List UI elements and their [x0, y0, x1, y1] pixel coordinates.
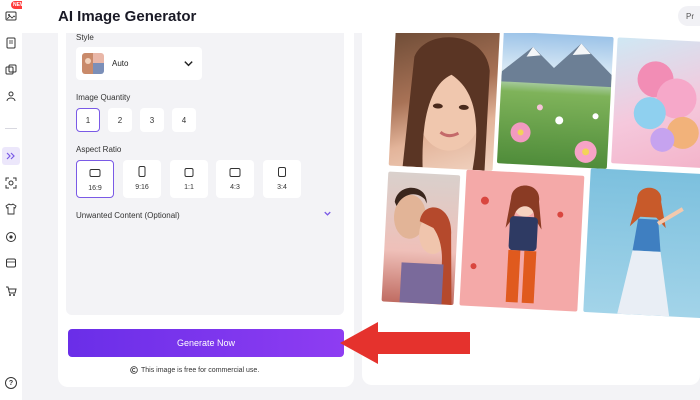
eye-icon[interactable]: [4, 230, 18, 244]
image-icon[interactable]: [4, 9, 18, 23]
chevron-down-icon: [184, 61, 193, 67]
sparkle-icon[interactable]: [2, 147, 20, 165]
aspect-option-16-9[interactable]: 16:9: [76, 160, 114, 198]
square-icon: [184, 168, 194, 177]
person-cut-icon[interactable]: [4, 89, 18, 103]
sample-image-abstract[interactable]: [611, 37, 700, 169]
sample-image-anime[interactable]: [459, 169, 585, 312]
commercial-use-note: This image is free for commercial use.: [130, 366, 259, 374]
quantity-option-2[interactable]: 2: [108, 108, 132, 132]
sample-image-couple[interactable]: [381, 171, 461, 306]
aspect-option-label: 9:16: [135, 184, 149, 191]
quantity-option-4[interactable]: 4: [172, 108, 196, 132]
aspect-option-label: 1:1: [184, 184, 194, 191]
quantity-option-1[interactable]: 1: [76, 108, 100, 132]
generate-now-button[interactable]: Generate Now: [68, 329, 344, 357]
annotation-arrow: [340, 322, 470, 364]
pro-button[interactable]: Pr: [678, 6, 700, 26]
cart-icon[interactable]: [4, 284, 18, 298]
app-header: AI Image Generator Pr: [22, 0, 700, 33]
help-icon[interactable]: ?: [5, 377, 17, 389]
quantity-label: Image Quantity: [76, 93, 131, 102]
style-value: Auto: [112, 59, 129, 68]
sample-image-portrait[interactable]: [388, 33, 500, 171]
aspect-option-4-3[interactable]: 4:3: [216, 160, 254, 198]
portrait-icon: [278, 167, 286, 177]
style-thumbnail: [82, 53, 104, 74]
portrait-icon: [138, 166, 146, 177]
landscape-icon: [229, 168, 241, 177]
sample-image-landscape[interactable]: [496, 33, 614, 169]
aspect-option-label: 3:4: [277, 184, 287, 191]
commercial-use-text: This image is free for commercial use.: [141, 366, 260, 374]
aspect-ratio-label: Aspect Ratio: [76, 145, 122, 154]
copyright-icon: [130, 366, 138, 374]
page-title: AI Image Generator: [58, 8, 197, 25]
document-icon[interactable]: [4, 36, 18, 50]
aspect-option-3-4[interactable]: 3:4: [263, 160, 301, 198]
style-select[interactable]: Auto: [76, 47, 202, 80]
shirt-icon[interactable]: [4, 202, 18, 216]
left-icon-rail: NEW ?: [0, 0, 27, 400]
landscape-icon: [89, 169, 101, 177]
face-swap-icon[interactable]: [4, 176, 18, 190]
quantity-option-3[interactable]: 3: [140, 108, 164, 132]
aspect-option-label: 4:3: [230, 184, 240, 191]
unwanted-content-toggle[interactable]: Unwanted Content (Optional): [76, 211, 180, 220]
frame-icon[interactable]: [4, 256, 18, 270]
sample-collage: [367, 33, 700, 325]
chevron-down-icon[interactable]: [322, 208, 333, 219]
aspect-option-9-16[interactable]: 9:16: [123, 160, 161, 198]
aspect-option-label: 16:9: [88, 185, 102, 192]
sample-image-dancer[interactable]: [583, 168, 700, 319]
style-label: Style: [76, 33, 94, 42]
aspect-option-1-1[interactable]: 1:1: [170, 160, 208, 198]
layers-icon[interactable]: [4, 63, 18, 77]
rail-divider: [5, 128, 17, 129]
